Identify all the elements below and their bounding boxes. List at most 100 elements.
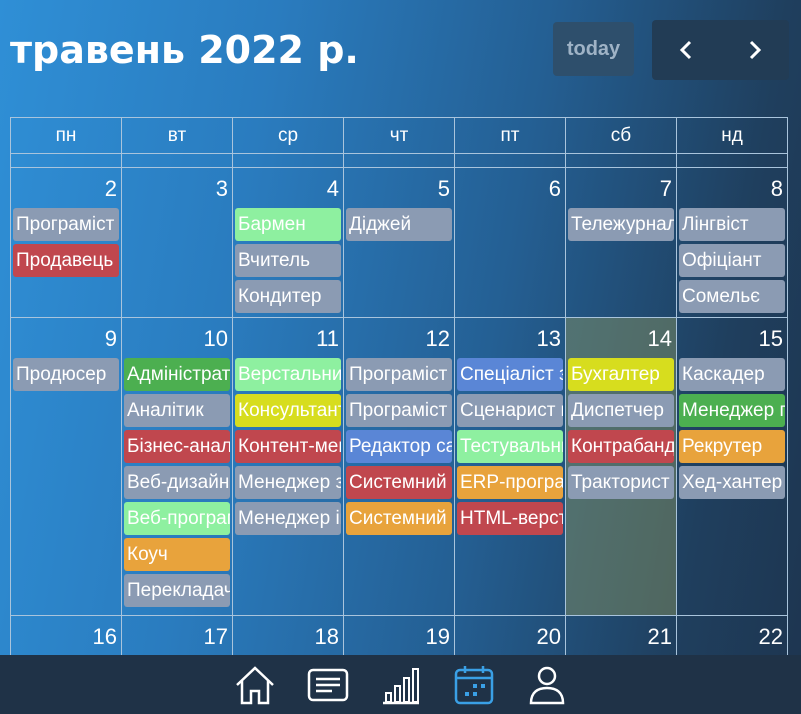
calendar-event[interactable]: Продавець <box>13 244 119 277</box>
calendar-event[interactable]: Лінгвіст <box>679 208 785 241</box>
calendar-event[interactable]: HTML-верстальник <box>457 502 563 535</box>
day-number[interactable]: 22 <box>677 616 787 656</box>
calendar-event[interactable]: Верстальник <box>235 358 341 391</box>
calendar-event[interactable]: Диспетчер <box>568 394 674 427</box>
day-cell[interactable]: 2 Програміст Продавець <box>11 168 122 317</box>
calendar-event[interactable]: Хед-хантер <box>679 466 785 499</box>
calendar-event[interactable]: Тележурналіст <box>568 208 674 241</box>
day-number[interactable]: 11 <box>233 318 343 358</box>
calendar-event[interactable]: Менеджер п <box>679 394 785 427</box>
day-cell[interactable]: 9 Продюсер <box>11 318 122 615</box>
nav-profile[interactable] <box>510 657 583 712</box>
calendar-event[interactable]: Програміст 1С <box>346 394 452 427</box>
day-number[interactable]: 15 <box>677 318 787 358</box>
all-day-cell[interactable] <box>122 154 233 167</box>
calendar-event[interactable]: Контент-менеджер <box>235 430 341 463</box>
calendar-event[interactable]: Коуч <box>124 538 230 571</box>
day-cell[interactable]: 13Спеціаліст зСценарист кТестувальникERP… <box>455 318 566 615</box>
calendar-event[interactable]: Офіціант <box>679 244 785 277</box>
next-month-button[interactable] <box>721 20 790 80</box>
all-day-cell[interactable] <box>344 154 455 167</box>
calendar-event[interactable]: Менеджер з <box>235 466 341 499</box>
calendar-event[interactable]: Веб-дизайнер <box>124 466 230 499</box>
calendar-event[interactable]: ERP-програміст <box>457 466 563 499</box>
calendar-event[interactable]: Бізнес-аналітик <box>124 430 230 463</box>
day-number[interactable]: 7 <box>566 168 676 208</box>
day-cell[interactable]: 4 Бармен Вчитель Кондитер <box>233 168 344 317</box>
day-number[interactable]: 17 <box>122 616 232 656</box>
weekday-header: ср <box>233 118 344 153</box>
day-number[interactable]: 13 <box>455 318 565 358</box>
nav-stats[interactable] <box>364 657 437 712</box>
nav-home[interactable] <box>218 657 291 712</box>
day-number[interactable]: 3 <box>122 168 232 208</box>
nav-calendar[interactable] <box>437 657 510 712</box>
day-number[interactable]: 19 <box>344 616 454 656</box>
month-nav-group <box>652 20 789 80</box>
home-icon <box>235 665 274 704</box>
day-number[interactable]: 18 <box>233 616 343 656</box>
calendar-icon <box>454 665 493 704</box>
day-cell[interactable]: 10АдміністраторАналітикБізнес-аналітикВе… <box>122 318 233 615</box>
calendar-event[interactable]: Системний адміністратор <box>346 466 452 499</box>
bar-chart-icon <box>382 667 419 704</box>
weekday-header: сб <box>566 118 677 153</box>
day-cell[interactable]: 3 <box>122 168 233 317</box>
day-cell-today[interactable]: 14БухгалтерДиспетчерКонтрабандистТрактор… <box>566 318 677 615</box>
calendar-event[interactable]: Веб-програміст <box>124 502 230 535</box>
day-number[interactable]: 16 <box>11 616 121 656</box>
day-number[interactable]: 5 <box>344 168 454 208</box>
calendar-event[interactable]: Бухгалтер <box>568 358 674 391</box>
calendar-event[interactable]: Кондитер <box>235 280 341 313</box>
calendar-event[interactable]: Перекладач <box>124 574 230 607</box>
calendar-event[interactable]: Тракторист <box>568 466 674 499</box>
day-cell[interactable]: 8 Лінгвіст Офіціант Сомельє <box>677 168 788 317</box>
day-number[interactable]: 12 <box>344 318 454 358</box>
calendar-event[interactable]: Продюсер <box>13 358 119 391</box>
day-cell[interactable]: 15 Каскадер Менеджер п Рекрутер Хед-хантер <box>677 318 788 615</box>
day-number[interactable]: 20 <box>455 616 565 656</box>
calendar-event[interactable]: Редактор сайту <box>346 430 452 463</box>
prev-month-button[interactable] <box>652 20 721 80</box>
calendar-event[interactable]: Рекрутер <box>679 430 785 463</box>
day-number[interactable]: 2 <box>11 168 121 208</box>
day-cell[interactable]: 6 <box>455 168 566 317</box>
all-day-cell[interactable] <box>455 154 566 167</box>
day-number[interactable]: 4 <box>233 168 343 208</box>
calendar-event[interactable]: Тестувальник <box>457 430 563 463</box>
calendar-event[interactable]: Сценарист к <box>457 394 563 427</box>
calendar-event[interactable]: Вчитель <box>235 244 341 277</box>
calendar-event[interactable]: Спеціаліст з <box>457 358 563 391</box>
calendar-event[interactable]: Адміністратор <box>124 358 230 391</box>
calendar-event[interactable]: Аналітик <box>124 394 230 427</box>
day-cell[interactable]: 11ВерстальникКонсультантКонтент-менеджер… <box>233 318 344 615</box>
calendar-event[interactable]: Менеджер інтернет <box>235 502 341 535</box>
day-number[interactable]: 10 <box>122 318 232 358</box>
calendar-event[interactable]: Каскадер <box>679 358 785 391</box>
nav-documents[interactable] <box>291 657 364 712</box>
chevron-right-icon <box>749 40 761 60</box>
calendar-event[interactable]: Консультант <box>235 394 341 427</box>
all-day-cell[interactable] <box>566 154 677 167</box>
calendar-event[interactable]: Сомельє <box>679 280 785 313</box>
day-number[interactable]: 9 <box>11 318 121 358</box>
calendar-event[interactable]: Програміст <box>346 358 452 391</box>
calendar-event[interactable]: Програміст <box>13 208 119 241</box>
day-cell[interactable]: 5 Діджей <box>344 168 455 317</box>
day-cell[interactable]: 12ПрограмістПрограміст 1СРедактор сайтуС… <box>344 318 455 615</box>
day-number[interactable]: 21 <box>566 616 676 656</box>
calendar-event[interactable]: Контрабандист <box>568 430 674 463</box>
calendar-event[interactable]: Діджей <box>346 208 452 241</box>
all-day-cell[interactable] <box>11 154 122 167</box>
all-day-cell[interactable] <box>233 154 344 167</box>
page-title: травень 2022 р. <box>10 28 359 72</box>
day-number[interactable]: 8 <box>677 168 787 208</box>
all-day-cell[interactable] <box>677 154 788 167</box>
calendar-event[interactable]: Бармен <box>235 208 341 241</box>
day-number[interactable]: 6 <box>455 168 565 208</box>
week-row: 2 Програміст Продавець 3 4 Бармен Вчитель Конди… <box>11 168 788 318</box>
today-button[interactable]: today <box>553 22 634 76</box>
day-cell[interactable]: 7Тележурналіст <box>566 168 677 317</box>
day-number[interactable]: 14 <box>566 318 676 358</box>
calendar-event[interactable]: Системний аналітик <box>346 502 452 535</box>
